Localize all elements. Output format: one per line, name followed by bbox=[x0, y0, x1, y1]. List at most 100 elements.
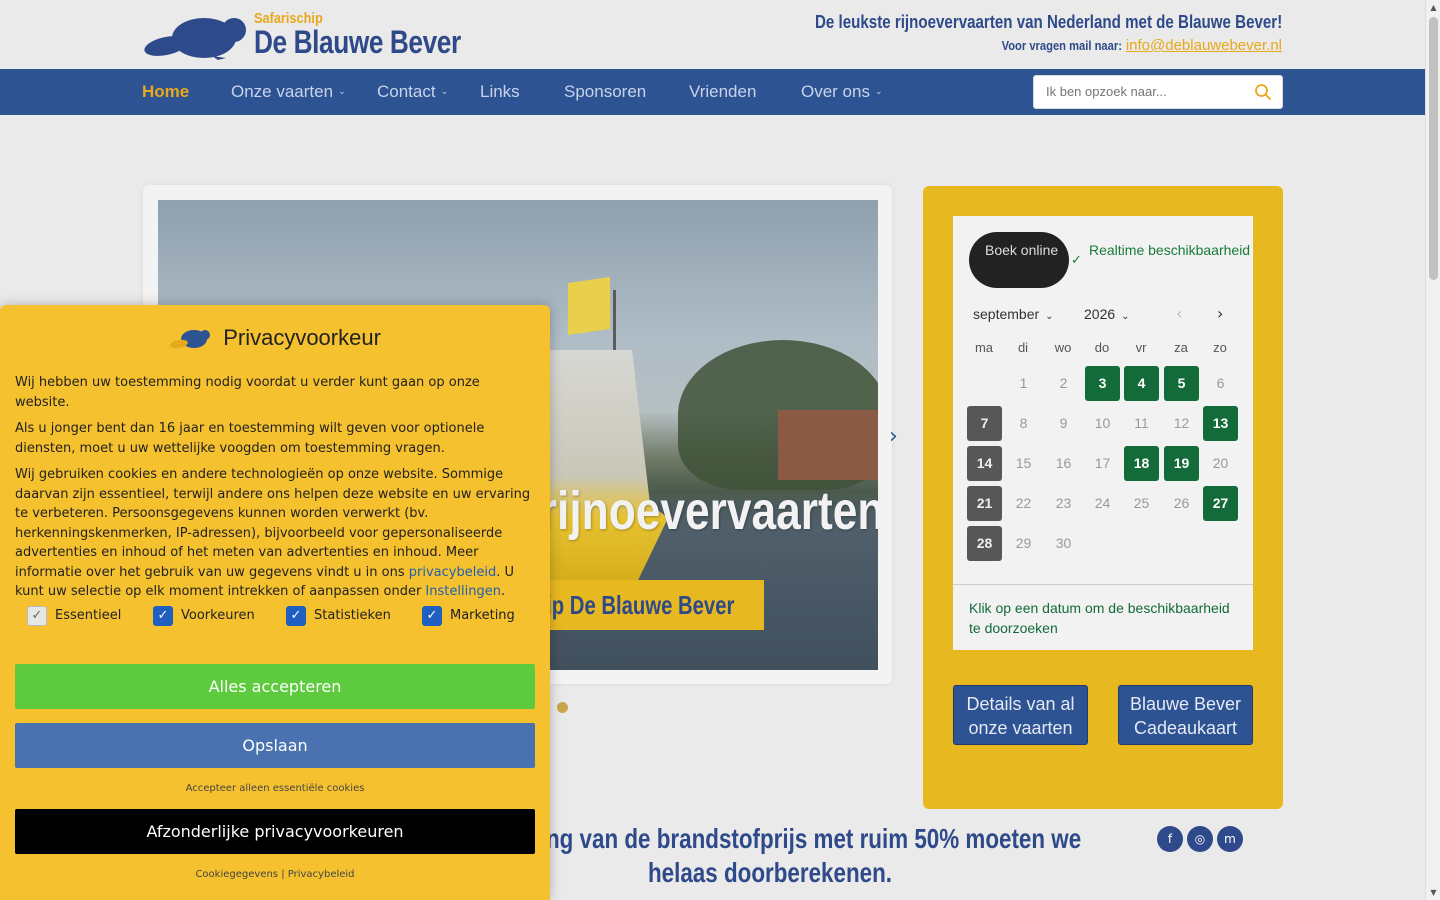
logo-title: De Blauwe Bever bbox=[254, 24, 461, 60]
search-input[interactable] bbox=[1046, 84, 1246, 99]
calendar-day[interactable]: 2 bbox=[1046, 366, 1081, 401]
year-value: 2026 bbox=[1084, 306, 1116, 322]
scroll-up-icon[interactable]: ▲ bbox=[1426, 0, 1440, 15]
calendar-day[interactable]: 28 bbox=[967, 526, 1002, 561]
nav-item-links[interactable]: Links bbox=[480, 69, 520, 115]
calendar-day[interactable]: 19 bbox=[1164, 446, 1199, 481]
header-contact: Voor vragen mail naar: info@deblauwebeve… bbox=[982, 37, 1282, 54]
details-button[interactable]: Details van al onze vaarten bbox=[953, 685, 1088, 745]
calendar-day[interactable]: 3 bbox=[1085, 366, 1120, 401]
privacy-policy-link[interactable]: Privacybeleid bbox=[288, 869, 355, 880]
contact-email-link[interactable]: info@deblauwebever.nl bbox=[1126, 37, 1282, 54]
privacy-paragraph: Wij hebben uw toestemming nodig voordat … bbox=[15, 375, 480, 410]
slide-scenery bbox=[568, 277, 610, 335]
privacy-policy-link[interactable]: privacybeleid bbox=[409, 565, 496, 580]
calendar-day[interactable]: 14 bbox=[967, 446, 1002, 481]
checkbox-label: Voorkeuren bbox=[181, 608, 255, 623]
booking-widget: Boek online ✓ Realtime beschikbaarheid s… bbox=[923, 186, 1283, 809]
nav-item-onze-vaarten[interactable]: Onze vaarten ⌄ bbox=[231, 69, 346, 115]
mastodon-icon[interactable]: m bbox=[1217, 826, 1243, 852]
calendar-day[interactable]: 18 bbox=[1124, 446, 1159, 481]
nav-item-sponsoren[interactable]: Sponsoren bbox=[564, 69, 646, 115]
site-logo[interactable]: Safarischip De Blauwe Bever bbox=[142, 10, 461, 62]
scroll-down-icon[interactable]: ▼ bbox=[1426, 885, 1440, 900]
nav-label: Contact bbox=[377, 82, 436, 101]
search-icon[interactable] bbox=[1254, 83, 1272, 101]
check-icon: ✓ bbox=[153, 606, 173, 626]
save-button[interactable]: Opslaan bbox=[15, 723, 535, 768]
calendar-day[interactable]: 12 bbox=[1164, 406, 1199, 441]
nav-item-vrienden[interactable]: Vrienden bbox=[689, 69, 756, 115]
weekday-label: di bbox=[1017, 340, 1029, 355]
calendar-day[interactable]: 22 bbox=[1006, 486, 1041, 521]
chevron-left-icon[interactable]: ‹ bbox=[1176, 304, 1182, 323]
site-header: Safarischip De Blauwe Bever De leukste r… bbox=[0, 0, 1425, 69]
calendar-day[interactable]: 13 bbox=[1203, 406, 1238, 441]
calendar-day[interactable]: 30 bbox=[1046, 526, 1081, 561]
checkbox-label: Statistieken bbox=[314, 608, 391, 623]
privacy-paragraph: Wij gebruiken cookies en andere technolo… bbox=[15, 465, 535, 602]
calendar-hint: Klik op een datum om de beschikbaarheid … bbox=[969, 600, 1230, 636]
chevron-right-icon[interactable]: › bbox=[1217, 304, 1223, 323]
search-box[interactable] bbox=[1033, 75, 1283, 109]
calendar-day[interactable]: 8 bbox=[1006, 406, 1041, 441]
calendar-day[interactable]: 10 bbox=[1085, 406, 1120, 441]
check-icon: ✓ bbox=[422, 606, 442, 626]
contact-label: Voor vragen mail naar: bbox=[1001, 38, 1123, 53]
weekday-label: do bbox=[1094, 340, 1110, 355]
page-scrollbar[interactable]: ▲ ▼ bbox=[1425, 0, 1440, 900]
calendar-day[interactable]: 23 bbox=[1046, 486, 1081, 521]
nav-item-over-ons[interactable]: Over ons ⌄ bbox=[801, 69, 883, 115]
giftcard-button[interactable]: Blauwe Bever Cadeaukaart bbox=[1118, 685, 1253, 745]
accept-essential-link[interactable]: Accepteer alleen essentiële cookies bbox=[0, 783, 550, 794]
checkbox-marketing[interactable]: ✓ Marketing bbox=[422, 606, 515, 626]
privacy-dialog: Privacyvoorkeur Wij hebben uw toestemmin… bbox=[0, 305, 550, 900]
accept-all-button[interactable]: Alles accepteren bbox=[15, 664, 535, 709]
calendar-day[interactable]: 24 bbox=[1085, 486, 1120, 521]
calendar-day[interactable]: 5 bbox=[1164, 366, 1199, 401]
instagram-icon[interactable]: ◎ bbox=[1187, 826, 1213, 852]
scrollbar-thumb[interactable] bbox=[1429, 17, 1438, 280]
calendar-day[interactable]: 17 bbox=[1085, 446, 1120, 481]
month-select[interactable]: september ⌄ bbox=[973, 306, 1054, 322]
privacy-text: Wij gebruiken cookies en andere technolo… bbox=[15, 467, 531, 580]
check-icon: ✓ bbox=[27, 606, 47, 626]
nav-item-contact[interactable]: Contact ⌄ bbox=[377, 69, 448, 115]
calendar-day[interactable]: 20 bbox=[1203, 446, 1238, 481]
calendar-day[interactable]: 29 bbox=[1006, 526, 1041, 561]
calendar-day[interactable]: 6 bbox=[1203, 366, 1238, 401]
weekday-label: za bbox=[1174, 340, 1188, 355]
checkbox-essentieel[interactable]: ✓ Essentieel bbox=[27, 606, 121, 626]
calendar-day[interactable]: 16 bbox=[1046, 446, 1081, 481]
weekday-label: ma bbox=[974, 340, 994, 355]
weekday-label: wo bbox=[1054, 340, 1072, 355]
privacy-title-text: Privacyvoorkeur bbox=[223, 325, 381, 350]
chevron-down-icon: ⌄ bbox=[1045, 311, 1054, 322]
nav-item-home[interactable]: Home bbox=[142, 69, 189, 115]
facebook-icon[interactable]: f bbox=[1157, 826, 1183, 852]
calendar-day[interactable]: 9 bbox=[1046, 406, 1081, 441]
cookie-details-link[interactable]: Cookiegegevens bbox=[195, 869, 278, 880]
checkbox-statistieken[interactable]: ✓ Statistieken bbox=[286, 606, 391, 626]
calendar-day[interactable]: 4 bbox=[1124, 366, 1159, 401]
checkbox-voorkeuren[interactable]: ✓ Voorkeuren bbox=[153, 606, 255, 626]
weekday-label: zo bbox=[1213, 340, 1227, 355]
calendar-day[interactable]: 25 bbox=[1124, 486, 1159, 521]
month-value: september bbox=[973, 306, 1040, 322]
check-icon: ✓ bbox=[286, 606, 306, 626]
calendar-day[interactable]: 21 bbox=[967, 486, 1002, 521]
book-online-button[interactable]: Boek online bbox=[969, 232, 1069, 288]
privacy-paragraph: Als u jonger bent dan 16 jaar en toestem… bbox=[15, 421, 485, 456]
slider-dot[interactable] bbox=[557, 702, 568, 713]
calendar-day[interactable]: 7 bbox=[967, 406, 1002, 441]
calendar-day[interactable]: 27 bbox=[1203, 486, 1238, 521]
calendar-day[interactable]: 1 bbox=[1006, 366, 1041, 401]
chevron-right-icon[interactable]: › bbox=[889, 424, 898, 449]
individual-preferences-button[interactable]: Afzonderlijke privacyvoorkeuren bbox=[15, 809, 535, 854]
calendar-day[interactable]: 15 bbox=[1006, 446, 1041, 481]
calendar-day[interactable]: 26 bbox=[1164, 486, 1199, 521]
calendar-day[interactable]: 11 bbox=[1124, 406, 1159, 441]
settings-link[interactable]: Instellingen bbox=[425, 584, 501, 599]
year-select[interactable]: 2026 ⌄ bbox=[1084, 306, 1130, 322]
checkbox-label: Marketing bbox=[450, 608, 515, 623]
